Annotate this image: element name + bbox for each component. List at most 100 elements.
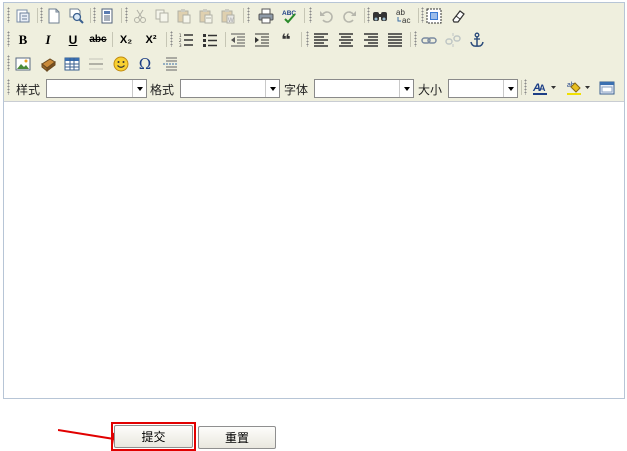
font-label: 字体 — [284, 83, 309, 97]
subscript-glyph: X₂ — [119, 33, 133, 46]
toolbar-grip — [7, 55, 10, 71]
style-combo[interactable] — [46, 79, 147, 98]
svg-text:3: 3 — [179, 43, 182, 48]
indent-icon[interactable] — [252, 30, 272, 49]
cut-icon[interactable] — [130, 6, 150, 25]
paste-text-icon[interactable] — [196, 6, 216, 25]
toolbar-grip — [247, 7, 250, 23]
preview-icon[interactable] — [66, 6, 86, 25]
editor-toolbar: W ABC ab ac B I U abc X₂ X² 1 2 3 ❝ Ω 样式… — [4, 3, 624, 102]
bulleted-list-icon[interactable] — [200, 30, 220, 49]
copy-icon[interactable] — [152, 6, 172, 25]
toolbar-separator — [410, 32, 411, 47]
toolbar-separator — [166, 32, 167, 47]
superscript-button[interactable]: X² — [141, 30, 161, 49]
numbered-list-icon[interactable]: 123 — [176, 30, 196, 49]
svg-text:ac: ac — [402, 16, 410, 25]
redo-icon[interactable] — [340, 6, 360, 25]
subscript-button[interactable]: X₂ — [116, 30, 136, 49]
size-combo[interactable] — [448, 79, 518, 98]
flash-icon[interactable] — [38, 54, 58, 73]
toolbar-row-4: 样式 格式 字体 大小 AA ab — [4, 76, 624, 100]
strikethrough-button[interactable]: abc — [88, 30, 108, 49]
new-page-icon[interactable] — [44, 6, 64, 25]
remove-format-icon[interactable] — [448, 6, 468, 25]
toolbar-separator — [364, 8, 365, 23]
align-center-icon[interactable] — [336, 30, 356, 49]
style-label: 样式 — [16, 83, 41, 97]
italic-button[interactable]: I — [38, 30, 58, 49]
rich-text-editor: W ABC ab ac B I U abc X₂ X² 1 2 3 ❝ Ω 样式… — [3, 2, 625, 399]
outdent-icon[interactable] — [228, 30, 248, 49]
smiley-icon[interactable] — [111, 54, 131, 73]
print-icon[interactable] — [256, 6, 276, 25]
chevron-down-icon[interactable] — [503, 80, 517, 97]
source-icon[interactable] — [13, 6, 33, 25]
horizontal-rule-icon[interactable] — [86, 54, 106, 73]
toolbar-grip — [309, 7, 312, 23]
toolbar-grip — [93, 7, 96, 23]
link-icon[interactable] — [419, 30, 439, 49]
bg-color-button[interactable]: ab — [565, 78, 593, 97]
format-combo[interactable] — [180, 79, 280, 98]
find-icon[interactable] — [370, 6, 390, 25]
table-icon[interactable] — [62, 54, 82, 73]
omega-glyph: Ω — [138, 54, 152, 73]
chevron-down-icon[interactable] — [265, 80, 279, 97]
special-char-icon[interactable]: Ω — [135, 54, 155, 73]
superscript-glyph: X² — [145, 33, 157, 46]
toolbar-grip — [7, 31, 10, 47]
blockquote-icon[interactable]: ❝ — [276, 30, 296, 49]
toolbar-grip — [524, 79, 527, 95]
align-right-icon[interactable] — [361, 30, 381, 49]
toolbar-grip — [125, 7, 128, 23]
toolbar-grip — [7, 79, 10, 95]
text-color-button[interactable]: AA — [531, 78, 559, 97]
undo-icon[interactable] — [316, 6, 336, 25]
toolbar-row-2: B I U abc X₂ X² 123 ❝ — [4, 28, 624, 52]
toolbar-grip — [40, 7, 43, 23]
toolbar-separator — [225, 32, 226, 47]
chevron-down-icon[interactable] — [399, 80, 413, 97]
submit-button[interactable]: 提交 — [114, 425, 193, 448]
strike-glyph: abc — [89, 34, 107, 45]
reset-button[interactable]: 重置 — [198, 426, 276, 449]
paste-icon[interactable] — [174, 6, 194, 25]
svg-text:A: A — [539, 83, 546, 93]
toolbar-row-1: W ABC ab ac — [4, 4, 624, 28]
format-label: 格式 — [150, 83, 175, 97]
select-all-icon[interactable] — [424, 6, 444, 25]
underline-glyph: U — [68, 32, 78, 47]
quote-glyph: ❝ — [281, 30, 291, 49]
maximize-icon[interactable] — [597, 78, 617, 97]
toolbar-separator — [121, 8, 122, 23]
image-icon[interactable] — [13, 54, 33, 73]
paste-word-icon[interactable]: W — [218, 6, 238, 25]
underline-button[interactable]: U — [63, 30, 83, 49]
svg-text:W: W — [228, 18, 234, 24]
toolbar-grip — [414, 31, 417, 47]
bold-button[interactable]: B — [13, 30, 33, 49]
align-justify-icon[interactable] — [385, 30, 405, 49]
replace-icon[interactable]: ab ac — [394, 6, 414, 25]
align-left-icon[interactable] — [311, 30, 331, 49]
toolbar-separator — [521, 80, 522, 95]
anchor-icon[interactable] — [467, 30, 487, 49]
editor-content-area[interactable] — [4, 103, 624, 398]
toolbar-separator — [301, 32, 302, 47]
chevron-down-icon[interactable] — [132, 80, 146, 97]
toolbar-grip — [170, 31, 173, 47]
toolbar-grip — [306, 31, 309, 47]
toolbar-separator — [243, 8, 244, 23]
toolbar-separator — [112, 32, 113, 47]
spellcheck-icon[interactable]: ABC — [280, 6, 300, 25]
toolbar-separator — [418, 8, 419, 23]
toolbar-separator — [304, 8, 305, 23]
italic-glyph: I — [45, 31, 51, 47]
templates-icon[interactable] — [97, 6, 117, 25]
font-combo[interactable] — [314, 79, 414, 98]
unlink-icon[interactable] — [443, 30, 463, 49]
size-label: 大小 — [418, 83, 443, 97]
toolbar-row-3: Ω — [4, 52, 624, 76]
page-break-icon[interactable] — [160, 54, 180, 73]
